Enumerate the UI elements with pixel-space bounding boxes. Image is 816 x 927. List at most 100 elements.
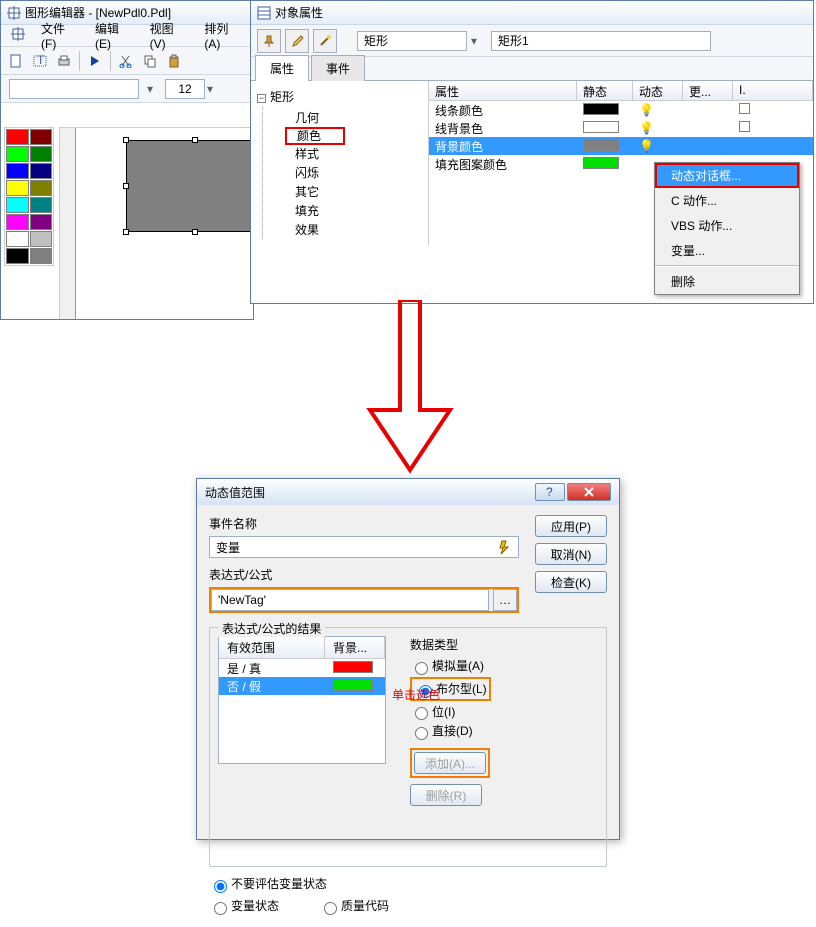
trigger-icon[interactable] <box>496 539 512 555</box>
apply-button[interactable]: 应用(P) <box>535 515 607 537</box>
swatch-purple[interactable] <box>30 214 53 230</box>
table-row-selected[interactable]: 背景颜色 💡 <box>429 137 813 155</box>
col-valid-range[interactable]: 有效范围 <box>219 637 325 658</box>
swatch-olive[interactable] <box>30 180 53 196</box>
font-size-combo[interactable]: 12 <box>165 79 205 99</box>
col-attribute[interactable]: 属性 <box>429 81 577 100</box>
swatch-teal[interactable] <box>30 197 53 213</box>
radio-bit[interactable]: 位(I) <box>410 703 598 721</box>
swatch-black[interactable] <box>6 248 29 264</box>
swatch-maroon[interactable] <box>30 129 53 145</box>
cancel-button[interactable]: 取消(N) <box>535 543 607 565</box>
tree-item-flash[interactable]: 闪烁 <box>263 163 422 182</box>
help-button[interactable]: ? <box>535 483 565 501</box>
menu-view[interactable]: 视图(V) <box>144 18 195 53</box>
result-row-true[interactable]: 是 / 真 <box>219 659 385 677</box>
ctx-variable[interactable]: 变量... <box>655 238 799 263</box>
col-dynamic[interactable]: 动态 <box>633 81 683 100</box>
tree-item-other[interactable]: 其它 <box>263 182 422 201</box>
cut-icon[interactable] <box>115 50 137 72</box>
object-type-field[interactable]: 矩形 <box>357 31 467 51</box>
delete-button[interactable]: 删除(R) <box>410 784 482 806</box>
wand-icon[interactable] <box>313 29 337 53</box>
swatch-lime[interactable] <box>6 146 29 162</box>
radio-analog[interactable]: 模拟量(A) <box>410 657 598 675</box>
result-row-false[interactable]: 否 / 假 <box>219 677 385 695</box>
browse-expression-button[interactable]: … <box>493 589 517 611</box>
menu-edit[interactable]: 编辑(E) <box>89 18 140 53</box>
swatch-silver[interactable] <box>30 231 53 247</box>
font-combo[interactable] <box>9 79 139 99</box>
tree-item-fill[interactable]: 填充 <box>263 201 422 220</box>
ctx-vbs-action[interactable]: VBS 动作... <box>655 213 799 238</box>
color-chip-false[interactable] <box>333 679 373 691</box>
resize-handle-w[interactable] <box>123 183 129 189</box>
color-chip[interactable] <box>583 103 619 115</box>
menu-arrange[interactable]: 排列(A) <box>198 18 249 53</box>
col-static[interactable]: 静态 <box>577 81 633 100</box>
swatch-yellow[interactable] <box>6 180 29 196</box>
lightbulb-icon[interactable]: 💡 <box>639 121 654 135</box>
play-icon[interactable] <box>84 50 106 72</box>
canvas[interactable] <box>76 128 253 319</box>
color-palette[interactable] <box>4 127 54 266</box>
property-tree[interactable]: −矩形 几何 颜色 样式 闪烁 其它 填充 效果 <box>251 81 429 245</box>
lightbulb-icon[interactable]: 💡 <box>639 103 654 117</box>
object-name-field[interactable]: 矩形1 <box>491 31 711 51</box>
result-table[interactable]: 有效范围 背景... 是 / 真 否 / 假 <box>218 636 386 764</box>
col-bgcolor[interactable]: 背景... <box>325 637 385 658</box>
resize-handle-n[interactable] <box>192 137 198 143</box>
radio-no-eval[interactable]: 不要评估变量状态 <box>209 875 607 893</box>
paste-icon[interactable] <box>163 50 185 72</box>
rectangle-object[interactable] <box>126 140 253 232</box>
col-more[interactable]: 更... <box>683 81 733 100</box>
table-row[interactable]: 线背景色 💡 <box>429 119 813 137</box>
print-icon[interactable] <box>53 50 75 72</box>
checkbox-icon[interactable] <box>739 121 750 132</box>
color-chip[interactable] <box>583 139 619 151</box>
tree-item-color[interactable]: 颜色 <box>285 127 345 145</box>
add-button[interactable]: 添加(A)... <box>414 752 486 774</box>
event-name-field[interactable]: 变量 <box>209 536 519 558</box>
ctx-delete[interactable]: 删除 <box>655 269 799 294</box>
pin-icon[interactable] <box>257 29 281 53</box>
tree-item-style[interactable]: 样式 <box>263 144 422 163</box>
check-button[interactable]: 检查(K) <box>535 571 607 593</box>
table-row[interactable]: 线条颜色 💡 <box>429 101 813 119</box>
checkbox-icon[interactable] <box>739 103 750 114</box>
lightbulb-icon[interactable]: 💡 <box>639 139 654 153</box>
tab-properties[interactable]: 属性 <box>255 55 309 81</box>
resize-handle-sw[interactable] <box>123 229 129 235</box>
dropper-icon[interactable] <box>285 29 309 53</box>
radio-var-state[interactable]: 变量状态 <box>209 897 279 915</box>
expression-field[interactable]: 'NewTag' <box>211 589 489 611</box>
color-chip[interactable] <box>583 121 619 133</box>
editor-menubar[interactable]: 文件(F) 编辑(E) 视图(V) 排列(A) <box>1 25 253 47</box>
swatch-cyan[interactable] <box>6 197 29 213</box>
resize-handle-nw[interactable] <box>123 137 129 143</box>
textbox-icon[interactable]: T <box>29 50 51 72</box>
color-chip-true[interactable] <box>333 661 373 673</box>
app-menu-icon[interactable] <box>5 25 31 46</box>
radio-direct[interactable]: 直接(D) <box>410 722 598 740</box>
swatch-red[interactable] <box>6 129 29 145</box>
swatch-green[interactable] <box>30 146 53 162</box>
tree-item-geometry[interactable]: 几何 <box>263 108 422 127</box>
radio-quality-code[interactable]: 质量代码 <box>319 897 389 915</box>
menu-file[interactable]: 文件(F) <box>35 18 85 53</box>
resize-handle-s[interactable] <box>192 229 198 235</box>
ctx-c-action[interactable]: C 动作... <box>655 188 799 213</box>
ctx-dynamic-dialog[interactable]: 动态对话框... <box>655 163 799 188</box>
swatch-gray[interactable] <box>30 248 53 264</box>
new-doc-icon[interactable] <box>5 50 27 72</box>
col-indirect[interactable]: I. <box>733 81 813 100</box>
close-button[interactable] <box>567 483 611 501</box>
swatch-magenta[interactable] <box>6 214 29 230</box>
color-chip[interactable] <box>583 157 619 169</box>
tree-root[interactable]: −矩形 <box>257 87 422 106</box>
copy-icon[interactable] <box>139 50 161 72</box>
tab-events[interactable]: 事件 <box>311 55 365 81</box>
swatch-navy[interactable] <box>30 163 53 179</box>
collapse-icon[interactable]: − <box>257 94 266 103</box>
tree-item-effect[interactable]: 效果 <box>263 220 422 239</box>
